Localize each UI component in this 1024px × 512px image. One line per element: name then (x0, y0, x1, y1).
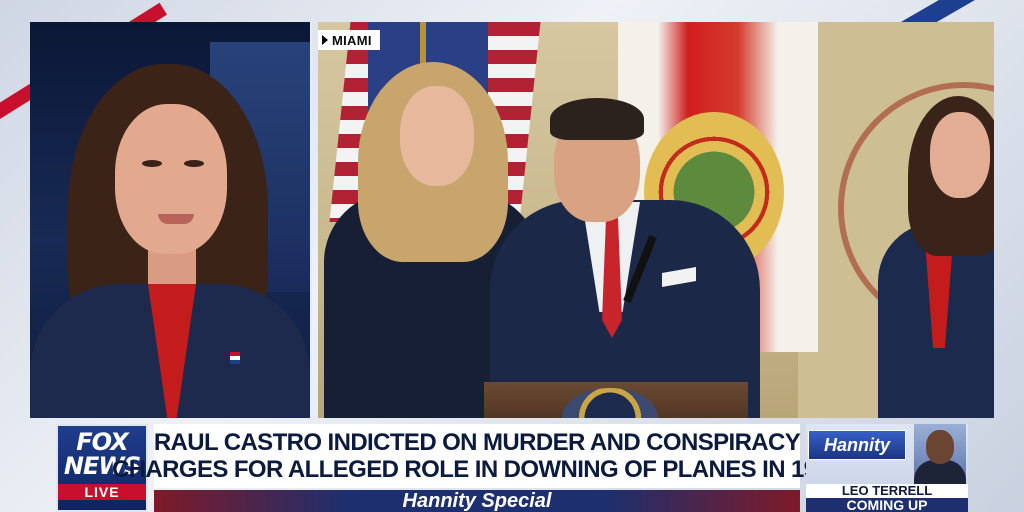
guest-eye (142, 160, 162, 167)
studio-guest-panel (30, 22, 312, 418)
promo-guest-head (926, 430, 954, 464)
guest-eye (184, 160, 204, 167)
location-label: MIAMI (332, 32, 372, 48)
promo-show-logo: Hannity (808, 430, 906, 460)
promo-guest-name: LEO TERRELL (806, 484, 968, 498)
location-tag: MIAMI (318, 30, 380, 50)
official-right-face (930, 112, 990, 198)
promo-status: COMING UP (806, 498, 968, 512)
coming-up-promo: Hannity LEO TERRELL COMING UP (806, 424, 968, 512)
lower-third: FOX NEWS LIVE RAUL CASTRO INDICTED ON MU… (56, 424, 968, 512)
headline-banner: RAUL CASTRO INDICTED ON MURDER AND CONSP… (112, 424, 843, 488)
press-conference-panel (318, 22, 994, 418)
guest-mouth (158, 214, 194, 224)
speaker-hair (550, 98, 644, 140)
live-badge: LIVE (58, 484, 146, 500)
headline-line-1: RAUL CASTRO INDICTED ON MURDER AND CONSP… (153, 429, 801, 456)
official-left-face (400, 86, 474, 186)
logo-fox-text: FOX (76, 428, 128, 456)
headline-line-2: CHARGES FOR ALLEGED ROLE IN DOWNING OF P… (111, 456, 843, 483)
broadcast-frame: MIAMI FOX NEWS LIVE RAUL CASTRO INDICTED… (0, 0, 1024, 512)
guest-face (115, 104, 227, 254)
play-icon (322, 35, 328, 45)
flag-pin-icon (230, 352, 240, 364)
show-title-bar: Hannity Special (154, 490, 800, 512)
